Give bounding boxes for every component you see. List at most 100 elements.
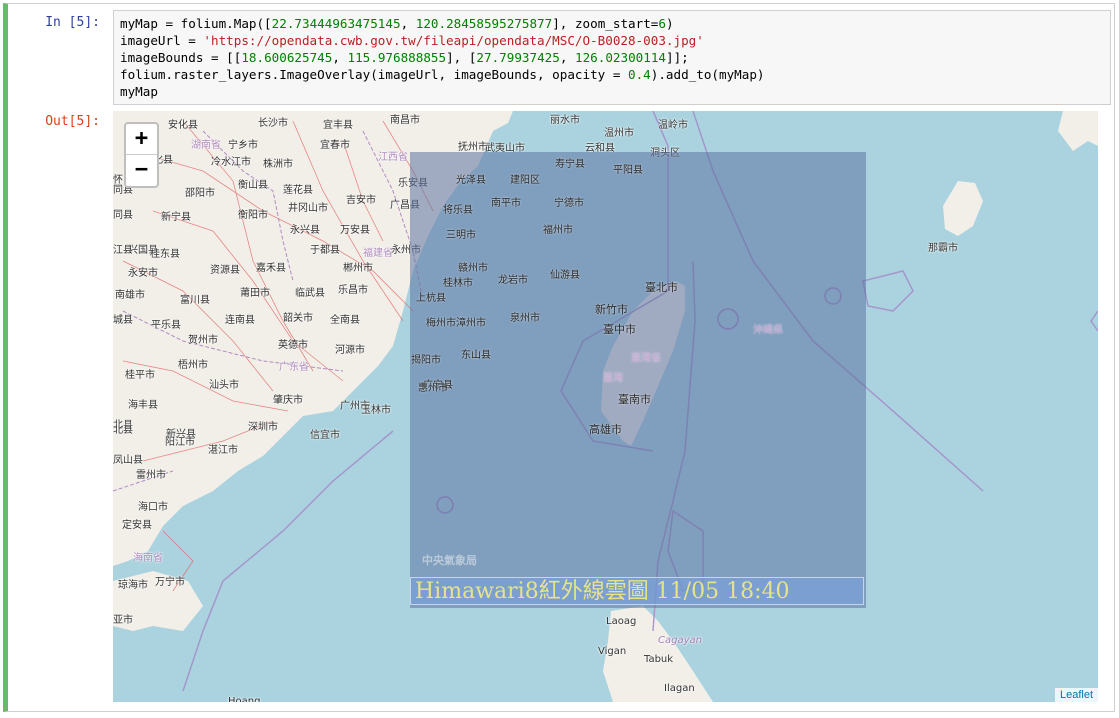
code-line: myMap: [120, 84, 158, 99]
overlay-watermark: 中央氣象局: [422, 554, 477, 567]
map-place-label: 三明市: [446, 230, 476, 241]
map-place-label: 深圳市: [248, 422, 278, 433]
map-place-label: Vigan: [598, 646, 627, 657]
map-place-label: 温州市: [604, 128, 634, 139]
zoom-control: + −: [124, 122, 159, 188]
map-place-label: 宁乡市: [228, 140, 258, 151]
code-line: imageBounds = [[18.600625745, 115.976888…: [120, 50, 689, 65]
map-place-label: 永兴县: [290, 225, 320, 236]
map-place-label: 河源市: [335, 345, 365, 356]
map-place-label: 臺灣: [603, 373, 623, 384]
map-place-label: 漳州市: [456, 318, 486, 329]
map-place-label: 全南县: [330, 315, 360, 326]
map-place-label: 吉安市: [346, 195, 376, 206]
map-place-label: 宜春市: [320, 140, 350, 151]
map-place-label: 长沙市: [258, 118, 288, 129]
map-place-label: 湖南省: [191, 140, 221, 151]
map-place-label: 英德市: [278, 340, 308, 351]
okinawa-islands: [943, 181, 983, 236]
map-place-label: 梧州市: [178, 360, 208, 371]
map-place-label: 东山县: [461, 350, 491, 361]
map-place-label: 江西省: [378, 152, 408, 163]
map-place-label: 桂东县: [150, 249, 180, 260]
map-place-label: 广东省: [279, 362, 309, 373]
code-editor[interactable]: myMap = folium.Map([22.73444963475145, 1…: [113, 10, 1111, 105]
map-place-label: 梅州市: [426, 318, 456, 329]
map-place-label: 沖縄県: [753, 325, 783, 336]
map-place-label: 富川县: [180, 295, 210, 306]
map-place-label: 抚州市: [458, 142, 488, 153]
overlay-caption: Himawari8紅外線雲圖 11/05 18:40: [410, 577, 864, 605]
map-place-label: 新宁县: [161, 212, 191, 223]
map-place-label: 温岭市: [658, 120, 688, 131]
map-place-label: Tabuk: [644, 654, 674, 665]
map-place-label: 冷水江市: [211, 157, 251, 168]
map-place-label: 宁德市: [554, 198, 584, 209]
map-place-label: 临武县: [295, 288, 325, 299]
map-place-label: 上杭县: [416, 293, 446, 304]
input-prompt: In [5]:: [45, 15, 100, 30]
zoom-out-button[interactable]: −: [126, 155, 157, 185]
map-place-label: 信宜市: [310, 430, 340, 441]
map-place-label: 万安县: [340, 225, 370, 236]
map-place-label: 城县: [113, 315, 133, 326]
map-place-label: 资源县: [210, 265, 240, 276]
output-prompt: Out[5]:: [45, 114, 100, 129]
map-place-label: 海口市: [138, 502, 168, 513]
map-place-label: 臺南市: [618, 393, 651, 406]
map-place-label: 海丰县: [128, 400, 158, 411]
map-place-label: 平乐县: [151, 320, 181, 331]
map-place-label: 赣州市: [458, 263, 488, 274]
map-place-label: 嘉禾县: [256, 263, 286, 274]
map-place-label: 同县: [113, 210, 133, 221]
right-coast: [1058, 111, 1098, 151]
map-place-label: 莲花县: [283, 185, 313, 196]
map-place-label: 南昌市: [390, 115, 420, 126]
map-place-label: 那霸市: [928, 243, 958, 254]
map-place-label: 玉林市: [361, 405, 391, 416]
map-place-label: Laoag: [606, 616, 637, 627]
code-line: folium.raster_layers.ImageOverlay(imageU…: [120, 67, 765, 82]
notebook-cell[interactable]: In [5]: myMap = folium.Map([22.734449634…: [3, 3, 1115, 712]
map-place-label: 郴州市: [343, 263, 373, 274]
map-place-label: 福州市: [543, 225, 573, 236]
satellite-image-overlay[interactable]: 中央氣象局 Himawari8紅外線雲圖 11/05 18:40: [410, 152, 866, 608]
map-place-label: 臺灣省: [631, 353, 661, 364]
map-place-label: 建阳区: [510, 175, 540, 186]
map-place-label: 惠州市: [418, 383, 448, 394]
map-place-label: 井冈山市: [288, 203, 328, 214]
map-place-label: 寿宁县: [555, 159, 585, 170]
map-place-label: 南平市: [491, 198, 521, 209]
code-line: myMap = folium.Map([22.73444963475145, 1…: [120, 16, 674, 31]
map-place-label: 臺中市: [603, 323, 636, 336]
map-place-label: 将乐县: [443, 205, 473, 216]
map-place-label: 凤山县: [113, 455, 143, 466]
map-place-label: 贺州市: [188, 335, 218, 346]
map-place-label: 泉州市: [510, 313, 540, 324]
map-place-label: 定安县: [122, 520, 152, 531]
map-place-label: 阳江市: [165, 437, 195, 448]
map-place-label: 肇庆市: [273, 395, 303, 406]
map-place-label: 雷州市: [136, 470, 166, 481]
leaflet-attribution-link[interactable]: Leaflet: [1054, 688, 1098, 702]
map-place-label: 福建省: [363, 248, 393, 259]
map-place-label: 乐昌市: [338, 285, 368, 296]
map-place-label: 丽水市: [550, 115, 580, 126]
map-place-label: 桂林市: [443, 278, 473, 289]
map-place-label: 于都县: [310, 245, 340, 256]
map-place-label: 韶关市: [283, 313, 313, 324]
map-place-label: 新竹市: [595, 303, 628, 316]
zoom-in-button[interactable]: +: [126, 124, 157, 155]
map-place-label: 汕头市: [209, 380, 239, 391]
map-place-label: 衡山县: [238, 180, 268, 191]
map-place-label: 琼海市: [118, 580, 148, 591]
map-place-label: 臺北市: [645, 281, 678, 294]
map-place-label: 衡阳市: [238, 210, 268, 221]
map-place-label: 海南省: [133, 553, 163, 564]
map-place-label: 亚市: [113, 615, 133, 626]
leaflet-map[interactable]: + − 安化县 长沙市 宜丰县 南昌市 丽水市 温州市 湖南省 宁乡市 宜春市 江西省 抚州市 武夷山…: [113, 111, 1098, 702]
map-place-label: Hoang: [228, 696, 261, 702]
map-place-label: 永安市: [128, 268, 158, 279]
map-place-label: 万宁市: [155, 577, 185, 588]
map-place-label: 株洲市: [263, 159, 293, 170]
